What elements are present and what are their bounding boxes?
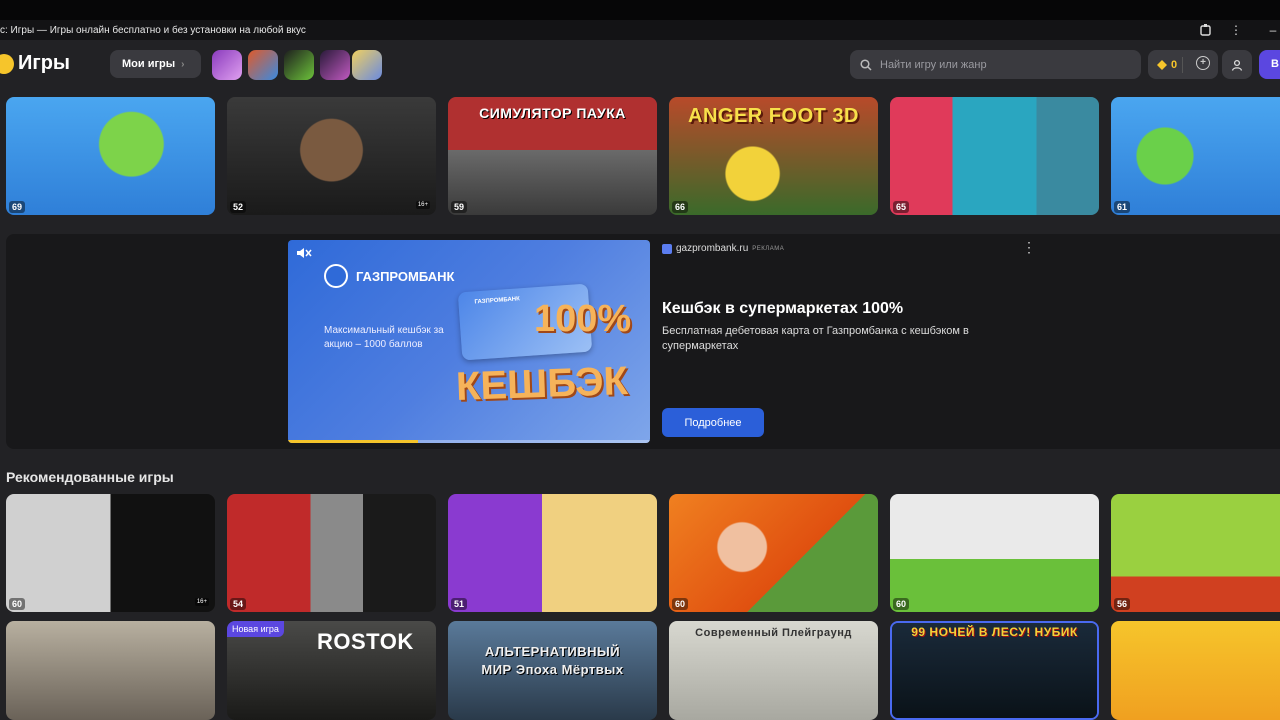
game-tile[interactable]: 60 xyxy=(669,494,878,612)
game-cover xyxy=(227,97,436,215)
search-input[interactable] xyxy=(880,58,1120,71)
game-cover xyxy=(6,621,215,720)
minimize-icon[interactable]: – xyxy=(1266,23,1280,37)
game-caption: СИМУЛЯТОР ПАУКА xyxy=(479,105,626,121)
game-cover xyxy=(6,494,215,612)
game-tile[interactable]: СИМУЛЯТОР ПАУКА 59 xyxy=(448,97,657,215)
search-icon xyxy=(860,58,872,71)
game-tile[interactable]: 69 xyxy=(6,97,215,215)
ad-banner[interactable]: ГАЗПРОМБАНК Максимальный кешбэк за акцию… xyxy=(288,240,650,443)
chevron-right-icon: › xyxy=(181,58,185,70)
ad-source-domain: gazprombank.ru xyxy=(676,243,749,254)
ad-more-button[interactable]: Подробнее xyxy=(662,408,764,437)
logo-icon xyxy=(0,53,14,74)
game-tile[interactable]: 65 xyxy=(890,97,1099,215)
game-caption: 99 НОЧЕЙ В ЛЕСУ! НУБИК xyxy=(911,625,1078,639)
game-rating: 61 xyxy=(1114,201,1131,213)
game-tile[interactable]: 52 16+ xyxy=(227,97,436,215)
game-rating: 60 xyxy=(893,598,910,610)
game-rating: 60 xyxy=(672,598,689,610)
login-button[interactable]: В xyxy=(1259,50,1280,79)
game-rating: 66 xyxy=(672,201,689,213)
bank-logo-icon xyxy=(324,264,348,288)
game-rating: 59 xyxy=(451,201,468,213)
ad-brand: ГАЗПРОМБАНК xyxy=(324,264,454,288)
ad-menu-icon[interactable]: ⋮ xyxy=(1022,240,1036,254)
ad-label: РЕКЛАМА xyxy=(752,245,785,252)
game-rating: 51 xyxy=(451,598,468,610)
game-cover xyxy=(1111,97,1280,215)
game-rating: 65 xyxy=(893,201,910,213)
search-bar[interactable] xyxy=(850,50,1141,79)
recent-game-3[interactable] xyxy=(284,50,314,80)
game-caption: АЛЬТЕРНАТИВНЫЙ МИР Эпоха Мёртвых xyxy=(481,644,624,677)
logo[interactable]: Игры xyxy=(0,52,70,75)
game-cover xyxy=(1111,494,1280,612)
ad-brand-name: ГАЗПРОМБАНК xyxy=(356,268,455,284)
my-games-button[interactable]: Мои игры › xyxy=(110,50,201,78)
ad-description: Бесплатная дебетовая карта от Газпромбан… xyxy=(662,325,969,352)
ad-source[interactable]: gazprombank.ru РЕКЛАМА xyxy=(662,243,784,254)
game-tile[interactable]: 56 xyxy=(1111,494,1280,612)
coins-value: 0 xyxy=(1171,58,1178,71)
window-title: с: Игры — Игры онлайн бесплатно и без ус… xyxy=(0,24,306,36)
ad-image-text: Максимальный кешбэк за акцию – 1000 балл… xyxy=(324,325,444,350)
game-rating: 54 xyxy=(230,598,247,610)
game-rating: 52 xyxy=(230,201,247,213)
user-icon xyxy=(1231,59,1243,71)
card-label: ГАЗПРОМБАНК xyxy=(474,296,521,306)
recent-game-2[interactable] xyxy=(248,50,278,80)
game-tile[interactable]: 60 16+ xyxy=(6,494,215,612)
game-tile[interactable]: 51 xyxy=(448,494,657,612)
game-cover xyxy=(1111,621,1280,720)
plus-circle-icon[interactable]: + xyxy=(1196,56,1210,70)
puzzle-icon[interactable] xyxy=(1199,23,1213,37)
new-game-badge: Новая игра xyxy=(227,621,284,637)
favicon-icon xyxy=(662,243,672,254)
age-badge: 16+ xyxy=(415,201,430,209)
game-tile[interactable]: 60 xyxy=(890,494,1099,612)
recent-game-5[interactable] xyxy=(352,50,382,80)
game-tile[interactable]: Современный Плейграунд xyxy=(669,621,878,720)
coin-icon xyxy=(1157,59,1167,70)
muted-speaker-icon[interactable] xyxy=(296,246,312,263)
game-tile[interactable]: 61 xyxy=(1111,97,1280,215)
game-caption: ROSTOK xyxy=(317,629,414,654)
game-cover xyxy=(227,494,436,612)
game-cover xyxy=(6,97,215,215)
coins-balance[interactable]: 0 + xyxy=(1148,50,1218,79)
profile-button[interactable] xyxy=(1222,50,1252,79)
game-rating: 69 xyxy=(9,201,26,213)
ad-percent: 100% xyxy=(534,298,632,340)
section-title[interactable]: Рекомендованные игры xyxy=(6,469,174,485)
recent-game-1[interactable] xyxy=(212,50,242,80)
game-tile[interactable]: 54 xyxy=(227,494,436,612)
game-caption: Современный Плейграунд xyxy=(695,627,852,639)
game-cover xyxy=(448,494,657,612)
ad-cashback-word: КЕШБЭК xyxy=(455,359,629,409)
game-tile[interactable]: ROSTOK Новая игра xyxy=(227,621,436,720)
game-cover xyxy=(890,494,1099,612)
game-tile[interactable] xyxy=(1111,621,1280,720)
logo-text: Игры xyxy=(18,52,71,74)
my-games-label: Мои игры xyxy=(122,58,176,70)
game-tile[interactable] xyxy=(6,621,215,720)
site-header: Игры Мои игры › 0 + В xyxy=(0,40,1280,90)
video-progress-fill xyxy=(288,440,419,443)
game-rating: 56 xyxy=(1114,598,1131,610)
game-tile[interactable]: АЛЬТЕРНАТИВНЫЙ МИР Эпоха Мёртвых xyxy=(448,621,657,720)
age-badge: 16+ xyxy=(194,598,209,606)
ad-title[interactable]: Кешбэк в супермаркетах 100% xyxy=(662,300,903,318)
game-caption: ANGER FOOT 3D xyxy=(688,105,859,127)
game-rating: 60 xyxy=(9,598,26,610)
os-top-bar xyxy=(0,0,1280,20)
kebab-icon[interactable]: ⋮ xyxy=(1229,23,1243,37)
window-title-bar: с: Игры — Игры онлайн бесплатно и без ус… xyxy=(0,20,1280,40)
coins-divider xyxy=(1182,57,1183,73)
game-tile[interactable]: ANGER FOOT 3D 66 xyxy=(669,97,878,215)
game-tile[interactable]: 99 НОЧЕЙ В ЛЕСУ! НУБИК xyxy=(890,621,1099,720)
game-cover xyxy=(890,97,1099,215)
game-cover xyxy=(669,494,878,612)
recent-game-4[interactable] xyxy=(320,50,350,80)
